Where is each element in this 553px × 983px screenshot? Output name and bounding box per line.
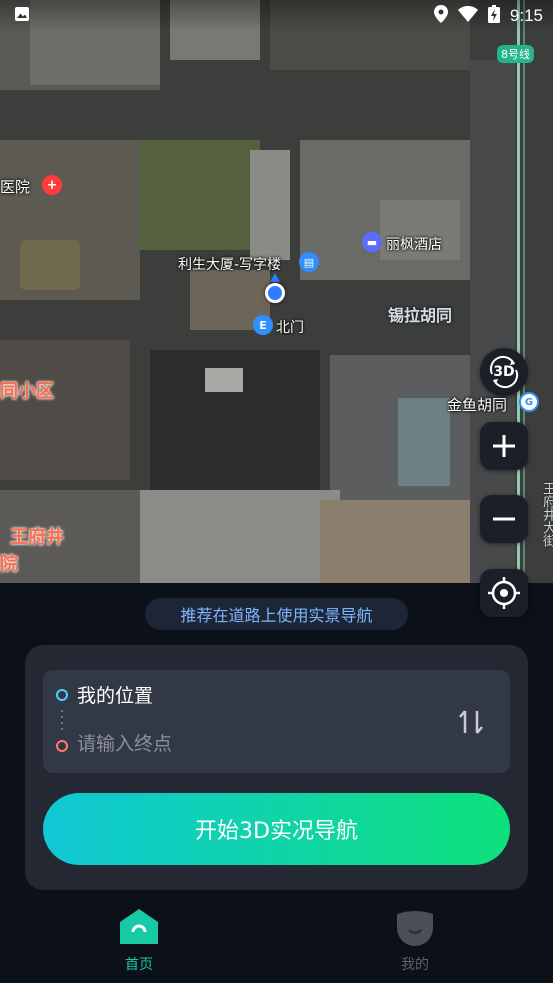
minus-icon — [493, 517, 515, 521]
battery-charging-icon — [487, 5, 500, 27]
metro-station-icon[interactable]: G — [519, 392, 539, 412]
map-block — [398, 398, 450, 486]
map-block — [250, 150, 290, 260]
3d-mode-button[interactable]: 3D — [480, 348, 528, 396]
tab-profile[interactable]: 我的 — [355, 900, 475, 983]
locate-me-button[interactable] — [480, 569, 528, 617]
tab-home[interactable]: 首页 — [79, 900, 199, 983]
crosshair-icon — [488, 577, 520, 609]
wifi-icon — [457, 6, 478, 26]
tab-profile-label: 我的 — [401, 957, 429, 973]
road-label-xila-hutong: 锡拉胡同 — [388, 306, 453, 325]
map-block — [20, 240, 80, 290]
zoom-out-button[interactable] — [480, 495, 528, 543]
route-input-box: 我的位置 — [43, 670, 510, 773]
profile-icon — [397, 911, 433, 946]
map-block — [205, 368, 243, 392]
navigation-tip: 推荐在道路上使用实景导航 — [145, 598, 408, 630]
map-block — [320, 500, 470, 583]
zoom-in-button[interactable] — [480, 422, 528, 470]
map-block — [140, 140, 260, 250]
poi-label-building[interactable]: 利生大厦-写字楼 — [178, 254, 281, 274]
image-icon — [14, 6, 30, 26]
route-connector — [61, 710, 63, 734]
destination-input[interactable] — [77, 730, 437, 758]
area-label-wangfujing[interactable]: 王府井 — [10, 523, 64, 549]
metro-line — [523, 0, 525, 583]
location-icon — [433, 5, 448, 27]
3d-label: 3D — [493, 364, 515, 380]
hotel-icon[interactable]: ▬ — [362, 232, 382, 252]
status-bar: 9:15 — [0, 0, 553, 32]
poi-label-north-gate[interactable]: 北门 — [276, 317, 304, 337]
poi-label-hotel[interactable]: 丽枫酒店 — [386, 234, 442, 254]
metro-line-badge[interactable]: 8号线 — [497, 45, 534, 63]
start-location-field[interactable]: 我的位置 — [77, 681, 153, 708]
road-label-wangfujing-street: 王府井大街 — [540, 482, 553, 547]
clock: 9:15 — [509, 6, 543, 25]
hospital-icon[interactable]: + — [42, 175, 62, 195]
heading-arrow-icon — [270, 273, 280, 282]
swap-icon — [459, 710, 483, 734]
entrance-icon[interactable]: E — [253, 315, 273, 335]
swap-route-button[interactable] — [453, 704, 489, 740]
poi-label-hospital[interactable]: 医院 — [0, 176, 30, 197]
road-label-jinyu-hutong: 金鱼胡同 — [447, 396, 508, 414]
route-card: 我的位置 开始3D实况导航 — [25, 645, 528, 890]
area-label-community[interactable]: 同小区 — [0, 377, 54, 403]
home-icon — [120, 909, 158, 944]
start-point-icon — [56, 689, 68, 701]
end-point-icon — [56, 740, 68, 752]
map-block — [140, 490, 340, 583]
tab-home-label: 首页 — [125, 957, 153, 973]
poi-label-hospital-2[interactable]: 院 — [0, 550, 18, 576]
office-building-icon[interactable]: ▤ — [299, 252, 319, 272]
start-3d-navigation-button[interactable]: 开始3D实况导航 — [43, 793, 510, 865]
my-location-marker — [265, 283, 285, 303]
bottom-tab-bar: 首页 我的 — [0, 900, 553, 983]
satellite-map[interactable]: 8号线 医院 + 利生大厦-写字楼 ▤ ▬ 丽枫酒店 E 北门 锡拉胡同 同小区… — [0, 0, 553, 583]
map-block — [0, 340, 130, 480]
plus-icon — [493, 435, 515, 457]
